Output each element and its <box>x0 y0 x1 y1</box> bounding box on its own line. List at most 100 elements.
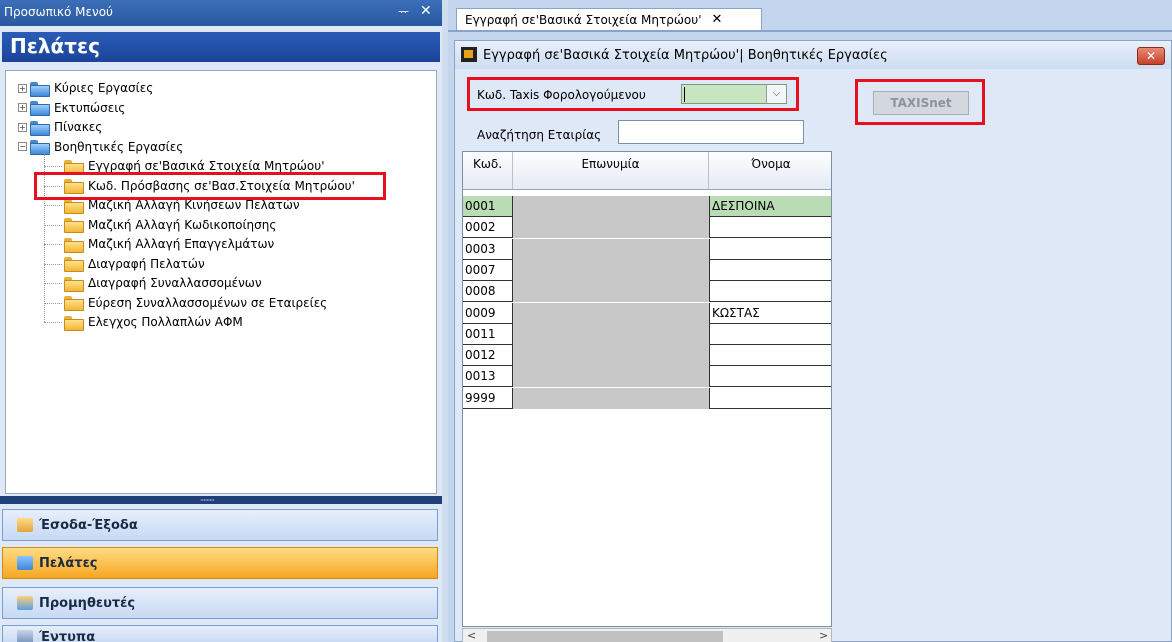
first-name-cell[interactable] <box>709 281 831 303</box>
name-cell[interactable] <box>513 196 709 217</box>
section-header: Πελάτες <box>2 32 440 62</box>
expand-icon[interactable]: + <box>18 122 27 132</box>
name-cell[interactable] <box>513 259 709 281</box>
tab-customer-registry[interactable]: Εγγραφή σε'Βασικά Στοιχεία Μητρώου' ✕ <box>456 8 762 30</box>
nav-button-label: Έντυπα <box>39 630 96 642</box>
menu-title: Προσωπικό Μενού <box>4 5 113 19</box>
tree-item[interactable]: Διαγραφή Συναλλασσομένων <box>64 274 262 292</box>
code-cell[interactable]: 0001 <box>463 196 513 217</box>
folder-icon <box>64 198 84 214</box>
close-button[interactable]: ✕ <box>1137 47 1165 65</box>
folder-icon <box>64 296 84 311</box>
code-cell[interactable]: 0012 <box>463 345 513 367</box>
first-name-cell[interactable] <box>709 323 831 345</box>
folder-icon <box>64 315 84 331</box>
first-name-cell[interactable] <box>709 259 831 281</box>
tree-connector <box>44 283 62 284</box>
personal-menu-panel: Προσωπικό Μενού ᅲ ✕ Πελάτες + Κύριες Εργα… <box>0 0 442 642</box>
tree-item[interactable]: Εύρεση Συναλλασσομένων σε Εταιρείες <box>64 294 327 312</box>
first-name-cell[interactable] <box>709 345 831 367</box>
menu-tree: + Κύριες Εργασίες + Εκτυπώσεις + Πίνακες − Βοηθ… <box>5 70 437 494</box>
tree-connector <box>44 322 62 323</box>
scrollbar-thumb[interactable] <box>487 631 723 642</box>
horizontal-scrollbar[interactable]: < > <box>462 628 832 642</box>
name-cell[interactable] <box>513 323 709 345</box>
tree-item-label: Βοηθητικές Εργασίες <box>54 139 184 154</box>
tree-item-label: Μαζική Αλλαγή Κινήσεων Πελατών <box>88 198 300 212</box>
name-cell[interactable] <box>513 345 709 367</box>
first-name-cell[interactable] <box>709 217 831 239</box>
tree-item[interactable]: + Εκτυπώσεις <box>18 99 125 117</box>
folder-icon <box>64 218 84 233</box>
customers-grid[interactable]: Κωδ. Επωνυμία Όνομα 0001 ΔΕΣΠΟΙΝΑ 0002 0003… <box>462 151 832 627</box>
code-cell[interactable]: 0013 <box>463 366 513 388</box>
first-name-cell[interactable]: ΚΩΣΤΑΣ <box>709 302 831 324</box>
folder-icon <box>30 120 50 136</box>
forms-icon <box>17 630 33 642</box>
tree-connector <box>44 244 62 245</box>
scroll-right-icon[interactable]: > <box>819 629 828 642</box>
first-name-cell[interactable] <box>709 387 831 409</box>
code-cell[interactable]: 0003 <box>463 238 513 260</box>
code-cell[interactable]: 9999 <box>463 387 513 409</box>
tree-item-label: Πίνακες <box>54 120 103 134</box>
tab-strip <box>448 30 1172 32</box>
search-company-label: Αναζήτηση Εταιρίας <box>477 128 602 142</box>
folder-icon <box>30 140 50 155</box>
tree-item[interactable]: + Πίνακες <box>18 118 102 136</box>
tree-connector <box>44 205 62 206</box>
first-name-cell[interactable]: ΔΕΣΠΟΙΝΑ <box>709 196 831 217</box>
code-cell[interactable]: 0007 <box>463 259 513 281</box>
name-cell[interactable] <box>513 366 709 388</box>
collapse-icon[interactable]: − <box>18 142 27 151</box>
close-icon[interactable]: ✕ <box>420 3 432 19</box>
first-name-cell[interactable] <box>709 366 831 388</box>
first-name-cell[interactable] <box>709 238 831 260</box>
scroll-left-icon[interactable]: < <box>467 629 476 642</box>
code-cell[interactable]: 0008 <box>463 281 513 303</box>
nav-button-customers[interactable]: Πελάτες <box>2 547 438 579</box>
name-cell[interactable] <box>513 217 709 239</box>
panel-splitter[interactable]: ········· <box>0 496 442 505</box>
tree-item[interactable]: − Βοηθητικές Εργασίες <box>18 138 183 156</box>
name-cell[interactable] <box>513 238 709 260</box>
tree-item[interactable]: Μαζική Αλλαγή Κωδικοποίησης <box>64 216 276 234</box>
expand-icon[interactable]: + <box>18 83 27 93</box>
tree-item[interactable]: + Κύριες Εργασίες <box>18 79 153 97</box>
close-icon[interactable]: ✕ <box>712 12 723 27</box>
app-icon <box>461 47 477 62</box>
tree-connector <box>44 224 62 226</box>
tree-item-label: Εύρεση Συναλλασσομένων σε Εταιρείες <box>88 295 328 310</box>
column-header-first-name[interactable]: Όνομα <box>709 152 831 190</box>
tree-item-label: Κύριες Εργασίες <box>54 81 154 95</box>
code-cell[interactable]: 0011 <box>463 323 513 345</box>
coins-icon <box>17 518 33 532</box>
users-icon <box>17 556 33 570</box>
tree-connector <box>44 263 62 265</box>
code-cell[interactable]: 0002 <box>463 217 513 239</box>
search-company-input[interactable] <box>618 120 804 144</box>
pin-icon[interactable]: ᅲ <box>398 3 409 20</box>
code-cell[interactable]: 0009 <box>463 302 513 324</box>
column-header-code[interactable]: Κωδ. <box>463 152 513 190</box>
form-title: Εγγραφή σε'Βασικά Στοιχεία Μητρώου'| Βοη… <box>483 48 888 63</box>
menu-titlebar: Προσωπικό Μενού ᅲ ✕ <box>0 0 442 26</box>
tree-item[interactable]: Μαζική Αλλαγή Επαγγελμάτων <box>64 235 274 253</box>
nav-button-forms[interactable]: Έντυπα <box>2 625 438 642</box>
nav-button-income-expense[interactable]: Έσοδα-Έξοδα <box>2 509 438 541</box>
folder-icon <box>30 81 50 97</box>
name-cell[interactable] <box>513 387 709 409</box>
splitter-grip[interactable]: ········· <box>200 496 215 505</box>
nav-button-suppliers[interactable]: Προμηθευτές <box>2 587 438 619</box>
form-window: Εγγραφή σε'Βασικά Στοιχεία Μητρώου'| Βοη… <box>454 40 1172 642</box>
name-cell[interactable] <box>513 281 709 303</box>
expand-icon[interactable]: + <box>18 103 27 112</box>
tree-item-label: Μαζική Αλλαγή Κωδικοποίησης <box>88 217 277 232</box>
name-cell[interactable] <box>513 302 709 324</box>
tree-connector <box>44 166 62 167</box>
column-header-name[interactable]: Επωνυμία <box>513 152 709 190</box>
tree-item[interactable]: Διαγραφή Πελατών <box>64 255 205 273</box>
highlight-taxis-code <box>467 77 799 111</box>
folder-icon <box>30 101 50 116</box>
tree-item[interactable]: Ελεγχος Πολλαπλών ΑΦΜ <box>64 313 243 331</box>
